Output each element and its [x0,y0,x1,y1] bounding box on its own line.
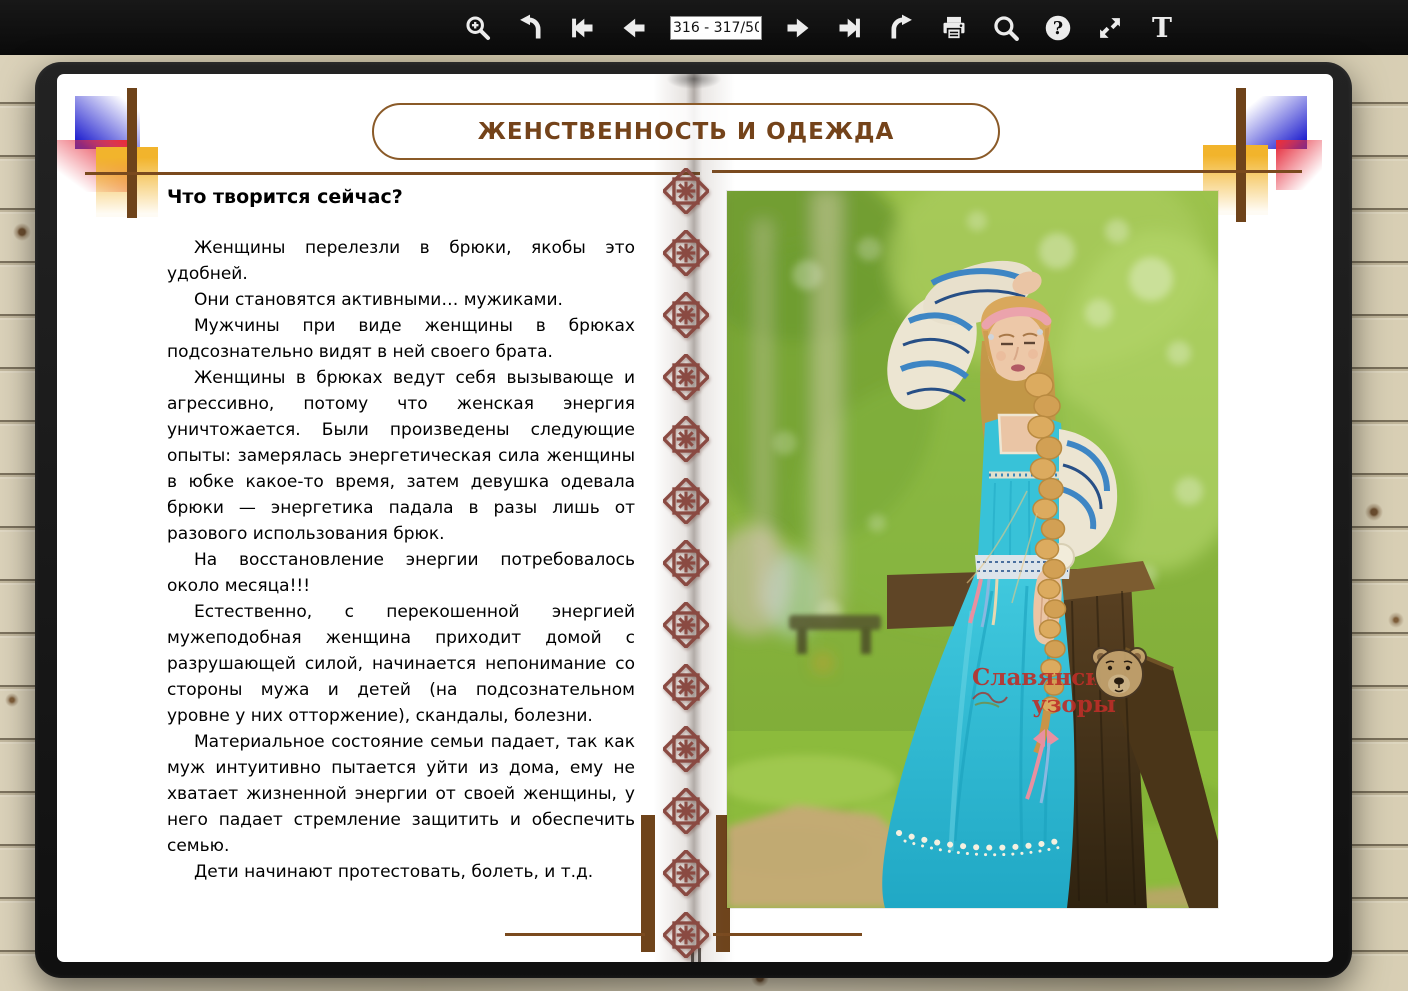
flip-forward-icon [888,14,916,42]
paragraph: Дети начинают протестовать, болеть, и т.… [167,859,635,885]
zoom-in-icon [464,14,492,42]
first-page-button[interactable] [566,11,598,45]
slavic-star-ornament-icon [663,292,709,338]
help-icon: ? [1044,14,1072,42]
decor-rule-top-right [712,170,1302,173]
flip-back-icon [516,14,544,42]
watermark-line2: узоры [1032,691,1116,718]
search-icon [992,14,1020,42]
flip-back-button[interactable] [514,11,546,45]
next-page-icon [784,14,812,42]
print-button[interactable] [938,11,970,45]
chapter-title-box: ЖЕНСТВЕННОСТЬ И ОДЕЖДА [372,103,1000,160]
paragraph: Они становятся активными… мужиками. [167,287,635,313]
toolbar-buttons: ? T [462,11,1178,45]
decor-square-red-right [1276,140,1322,190]
help-button[interactable]: ? [1042,11,1074,45]
print-icon [940,14,968,42]
search-button[interactable] [990,11,1022,45]
text-view-icon: T [1148,14,1176,42]
paragraph: На восстановление энергии потребовалось … [167,547,635,599]
decor-rule-bottom-left [505,933,645,936]
slavic-star-ornament-icon [663,354,709,400]
prev-page-icon [620,14,648,42]
next-page-button[interactable] [782,11,814,45]
svg-text:?: ? [1053,19,1063,39]
decor-rule-bottom-right [713,933,862,936]
book-pages: ЖЕНСТВЕННОСТЬ И ОДЕЖДА Что творится сейч… [57,74,1333,962]
page-indicator-input[interactable] [670,16,762,40]
svg-text:T: T [1152,14,1172,42]
slavic-star-ornament-icon [663,912,709,958]
slavic-star-ornament-icon [663,602,709,648]
toolbar: ? T [0,0,1408,55]
first-page-icon [568,14,596,42]
slavic-star-ornament-icon [663,478,709,524]
paragraph: Материальное состояние семьи падает, так… [167,729,635,859]
slavic-star-ornament-icon [663,788,709,834]
chapter-title: ЖЕНСТВЕННОСТЬ И ОДЕЖДА [478,119,895,145]
paragraph: Женщины в брюках ведут себя вызывающе и … [167,365,635,547]
left-page-text: Что творится сейчас? Женщины перелезли в… [167,186,635,885]
text-view-button[interactable]: T [1146,11,1178,45]
paragraphs: Женщины перелезли в брюки, якобы это удо… [167,235,635,885]
decor-bar-bottom-left [641,815,655,952]
slavic-star-ornament-icon [663,416,709,462]
spine-ornament-column [663,168,709,958]
fullscreen-button[interactable] [1094,11,1126,45]
decor-bar-top-right [1236,88,1246,222]
flip-forward-button[interactable] [886,11,918,45]
last-page-icon [836,14,864,42]
decor-rule-top-left [85,172,700,175]
paragraph: Женщины перелезли в брюки, якобы это удо… [167,235,635,287]
slavic-star-ornament-icon [663,726,709,772]
slavic-star-ornament-icon [663,664,709,710]
paragraph: Естественно, с перекошенной энергией муж… [167,599,635,729]
zoom-in-button[interactable] [462,11,494,45]
photo-woman-in-traditional-dress: Славянские узоры [727,191,1218,908]
slavic-star-ornament-icon [663,168,709,214]
section-heading: Что творится сейчас? [167,186,635,208]
prev-page-button[interactable] [618,11,650,45]
fullscreen-icon [1096,14,1124,42]
paragraph: Мужчины при виде женщины в брюках подсоз… [167,313,635,365]
last-page-button[interactable] [834,11,866,45]
book: ЖЕНСТВЕННОСТЬ И ОДЕЖДА Что творится сейч… [35,62,1352,978]
slavic-star-ornament-icon [663,850,709,896]
slavic-star-ornament-icon [663,540,709,586]
decor-bar-top-left [127,88,137,218]
slavic-star-ornament-icon [663,230,709,276]
